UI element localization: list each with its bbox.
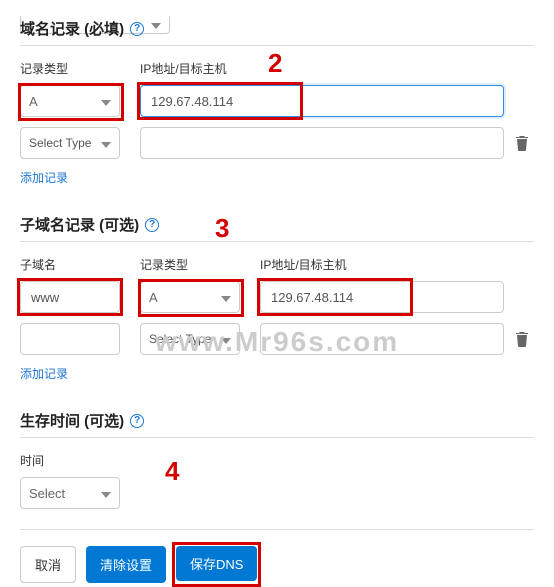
record-type-value: A: [29, 94, 38, 109]
subdomain-row: A: [20, 281, 534, 313]
record-type-select[interactable]: Select Type: [20, 127, 120, 159]
label-ip-target: IP地址/目标主机: [260, 256, 534, 273]
help-icon[interactable]: ?: [130, 22, 144, 36]
label-time: 时间: [20, 452, 534, 469]
trash-icon: [515, 331, 529, 347]
delete-row-button[interactable]: [510, 331, 534, 347]
subdomain-input[interactable]: [20, 323, 120, 355]
label-record-type: 记录类型: [140, 256, 260, 273]
ip-target-input[interactable]: [260, 281, 504, 313]
action-button-row: 取消 清除设置 保存DNS: [20, 546, 534, 583]
chevron-down-icon: [101, 136, 111, 151]
ip-target-input[interactable]: [140, 85, 504, 117]
record-type-value: Select Type: [29, 136, 91, 150]
ttl-header: 生存时间 (可选) ?: [20, 410, 534, 431]
chevron-down-icon: [221, 332, 231, 347]
subdomain-input[interactable]: [20, 281, 120, 313]
divider: [20, 529, 534, 530]
ip-target-input[interactable]: [140, 127, 504, 159]
label-record-type: 记录类型: [20, 60, 140, 77]
domain-records-title: 域名记录 (必填): [20, 18, 124, 39]
chevron-down-icon: [101, 94, 111, 109]
add-record-link[interactable]: 添加记录: [20, 365, 534, 382]
label-subdomain: 子域名: [20, 256, 140, 273]
subdomain-row: Select Type: [20, 323, 534, 355]
ttl-select[interactable]: Select: [20, 477, 120, 509]
label-ip-target: IP地址/目标主机: [140, 60, 227, 77]
subdomain-labels-row: 子域名 记录类型 IP地址/目标主机: [20, 256, 534, 273]
divider: [20, 45, 534, 46]
record-type-value: Select Type: [149, 332, 211, 346]
trash-icon: [515, 135, 529, 151]
add-record-link[interactable]: 添加记录: [20, 169, 534, 186]
delete-row-button[interactable]: [510, 135, 534, 151]
record-type-select[interactable]: Select Type: [140, 323, 240, 355]
ttl-select-value: Select: [29, 486, 65, 501]
ttl-title: 生存时间 (可选): [20, 410, 124, 431]
divider: [20, 437, 534, 438]
ip-target-input[interactable]: [260, 323, 504, 355]
domain-records-header: 域名记录 (必填) ?: [20, 18, 534, 39]
record-type-select[interactable]: A: [20, 85, 120, 117]
domain-row: Select Type: [20, 127, 534, 159]
chevron-down-icon: [101, 486, 111, 501]
domain-labels-row: 记录类型 IP地址/目标主机: [20, 60, 534, 77]
divider: [20, 241, 534, 242]
cancel-button[interactable]: 取消: [20, 546, 76, 583]
clear-settings-button[interactable]: 清除设置: [86, 546, 166, 583]
help-icon[interactable]: ?: [145, 218, 159, 232]
help-icon[interactable]: ?: [130, 414, 144, 428]
chevron-down-icon: [221, 290, 231, 305]
record-type-select[interactable]: A: [140, 281, 240, 313]
subdomain-records-header: 子域名记录 (可选) ?: [20, 214, 534, 235]
save-dns-button[interactable]: 保存DNS: [176, 546, 257, 581]
domain-row: A: [20, 85, 534, 117]
record-type-value: A: [149, 290, 158, 305]
subdomain-records-title: 子域名记录 (可选): [20, 214, 139, 235]
